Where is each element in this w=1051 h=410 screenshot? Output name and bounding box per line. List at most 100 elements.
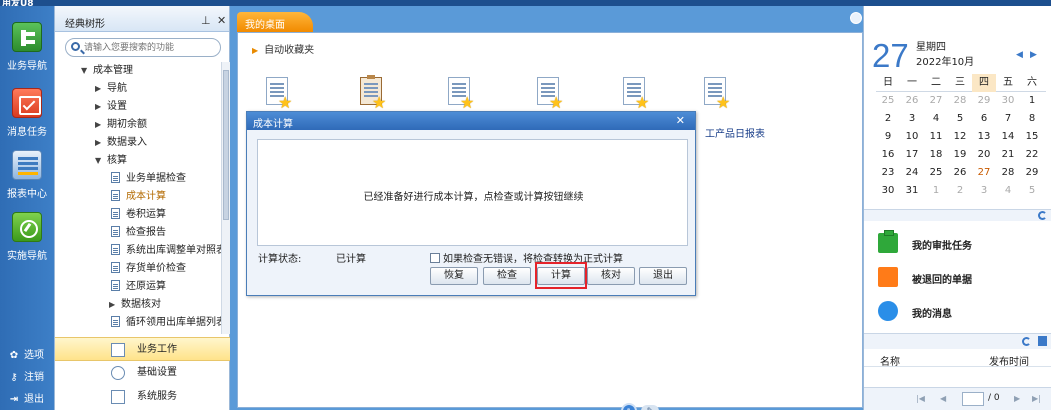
next-page-icon[interactable]: ▶	[1014, 394, 1020, 403]
tree-search-input[interactable]	[84, 41, 214, 54]
tree-item[interactable]: 存货单价检查	[111, 260, 186, 278]
chevron-right-icon[interactable]: ▶	[95, 134, 107, 152]
tree-item[interactable]: 卷积运算	[111, 206, 166, 224]
calendar-day-cell[interactable]: 29	[1020, 164, 1044, 182]
chevron-right-icon[interactable]: ▶	[95, 80, 107, 98]
calendar-day-cell[interactable]: 23	[876, 164, 900, 182]
calendar-day-cell[interactable]: 2	[876, 110, 900, 128]
calendar-day-cell[interactable]: 1	[924, 182, 948, 200]
calendar-day-cell[interactable]: 20	[972, 146, 996, 164]
calendar-day-cell[interactable]: 5	[948, 110, 972, 128]
calendar-day-cell[interactable]: 4	[996, 182, 1020, 200]
tree-item[interactable]: ▶ 设置	[95, 98, 127, 116]
prev-page-icon[interactable]: ◀	[940, 394, 946, 403]
tree-item[interactable]: 循环领用出库单据列表	[111, 314, 221, 332]
calendar-day-cell[interactable]: 31	[900, 182, 924, 200]
calendar-day-cell[interactable]: 7	[996, 110, 1020, 128]
tree-scrollbar[interactable]	[221, 62, 230, 334]
task-returned-documents[interactable]: 被退回的单据	[864, 260, 1051, 294]
skin-icon[interactable]	[850, 12, 862, 24]
refresh-icon[interactable]	[1038, 211, 1047, 220]
next-month-icon[interactable]: ▶	[1030, 50, 1037, 60]
favorite-item[interactable]: ★	[266, 77, 294, 112]
page-button-1[interactable]: 1	[621, 403, 637, 410]
calendar-day-cell[interactable]: 9	[876, 128, 900, 146]
dialog-close-icon[interactable]: ✕	[676, 114, 685, 127]
tree-item[interactable]: 业务单据检查	[111, 170, 186, 188]
calendar-day-cell[interactable]: 5	[1020, 182, 1044, 200]
calendar-day-cell[interactable]: 24	[900, 164, 924, 182]
calendar-day-cell[interactable]: 1	[1020, 92, 1044, 110]
nav-implementation[interactable]: 实施导航	[0, 212, 54, 262]
calendar-day-cell[interactable]: 26	[948, 164, 972, 182]
column-publish-time[interactable]: 发布时间	[989, 353, 1029, 368]
calendar-day-cell[interactable]: 30	[996, 92, 1020, 110]
tree-item[interactable]: 成本计算	[111, 188, 166, 206]
calendar-day-cell[interactable]: 13	[972, 128, 996, 146]
calendar-day-cell[interactable]: 19	[948, 146, 972, 164]
refresh-icon[interactable]	[1022, 337, 1031, 346]
calendar-day-cell[interactable]: 11	[924, 128, 948, 146]
check-button[interactable]: 检查	[483, 267, 531, 285]
calendar-day-cell[interactable]: 16	[876, 146, 900, 164]
close-icon[interactable]: ✕	[217, 14, 226, 27]
favorites-header[interactable]: ▶ 自动收藏夹	[252, 41, 314, 56]
calendar-day-cell[interactable]: 8	[1020, 110, 1044, 128]
calendar-day-cell[interactable]: 28	[996, 164, 1020, 182]
options-button[interactable]: ✿ 选项	[8, 346, 44, 361]
chevron-right-icon[interactable]: ▶	[95, 116, 107, 134]
dialog-titlebar[interactable]: 成本计算 ✕	[247, 112, 695, 130]
calendar-day-cell[interactable]: 27	[924, 92, 948, 110]
task-my-approval[interactable]: 我的审批任务	[864, 226, 1051, 260]
menu-business-work[interactable]: 业务工作	[55, 337, 230, 361]
checkbox-box[interactable]	[430, 253, 440, 263]
list-view-icon[interactable]	[1038, 336, 1047, 346]
favorite-item[interactable]: ★	[704, 77, 732, 112]
tree-item[interactable]: 系统出库调整单对照表	[111, 242, 221, 260]
calendar-day-cell[interactable]: 3	[900, 110, 924, 128]
calendar-day-cell[interactable]: 14	[996, 128, 1020, 146]
tree-search-box[interactable]	[65, 38, 221, 57]
tree-item[interactable]: 还原运算	[111, 278, 166, 296]
tree-item[interactable]: ▼ 成本管理	[81, 62, 133, 80]
calendar-day-cell[interactable]: 22	[1020, 146, 1044, 164]
calendar-day-cell[interactable]: 30	[876, 182, 900, 200]
calendar-day-cell[interactable]: 29	[972, 92, 996, 110]
calendar-day-cell[interactable]: 4	[924, 110, 948, 128]
convert-check-checkbox[interactable]: 如果检查无错误，将检查转换为正式计算	[430, 250, 623, 265]
tree-item[interactable]: ▶ 期初余额	[95, 116, 147, 134]
last-page-icon[interactable]: ▶|	[1032, 394, 1041, 403]
calendar-day-cell[interactable]: 2	[948, 182, 972, 200]
favorite-item[interactable]: ★	[448, 77, 476, 112]
verify-button[interactable]: 核对	[587, 267, 635, 285]
calendar-day-cell[interactable]: 27	[972, 164, 996, 184]
first-page-icon[interactable]: |◀	[916, 394, 925, 403]
exit-button[interactable]: ⇥ 退出	[8, 390, 44, 405]
exit-dialog-button[interactable]: 退出	[639, 267, 687, 285]
nav-reports[interactable]: 报表中心	[0, 150, 54, 200]
chevron-down-icon[interactable]: ▼	[95, 152, 107, 170]
calendar-day-cell[interactable]: 21	[996, 146, 1020, 164]
add-page-icon[interactable]: ✎	[641, 405, 659, 410]
calendar-day-cell[interactable]: 15	[1020, 128, 1044, 146]
calendar-day-cell[interactable]: 12	[948, 128, 972, 146]
tab-my-desktop[interactable]: 我的桌面	[237, 12, 313, 32]
tree-item[interactable]: ▶ 导航	[95, 80, 127, 98]
restore-button[interactable]: 恢复	[430, 267, 478, 285]
page-number-input[interactable]	[962, 392, 984, 406]
tree-item[interactable]: ▶ 数据核对	[109, 296, 161, 314]
favorite-item-label[interactable]: 工产品日报表	[705, 125, 765, 140]
chevron-down-icon[interactable]: ▼	[81, 62, 93, 80]
calendar-day-cell[interactable]: 10	[900, 128, 924, 146]
calendar-day-cell[interactable]: 17	[900, 146, 924, 164]
calendar-day-cell[interactable]: 28	[948, 92, 972, 110]
menu-system-service[interactable]: 系统服务	[55, 385, 230, 409]
chevron-right-icon[interactable]: ▶	[95, 98, 107, 116]
calendar-day-cell[interactable]: 25	[876, 92, 900, 110]
favorite-item[interactable]: ★	[623, 77, 651, 112]
tree-item[interactable]: ▶ 数据录入	[95, 134, 147, 152]
nav-messages[interactable]: 消息任务	[0, 88, 54, 138]
nav-business[interactable]: 业务导航	[0, 22, 54, 72]
task-my-messages[interactable]: 我的消息	[864, 294, 1051, 328]
pin-icon[interactable]: ⊥	[201, 14, 211, 27]
